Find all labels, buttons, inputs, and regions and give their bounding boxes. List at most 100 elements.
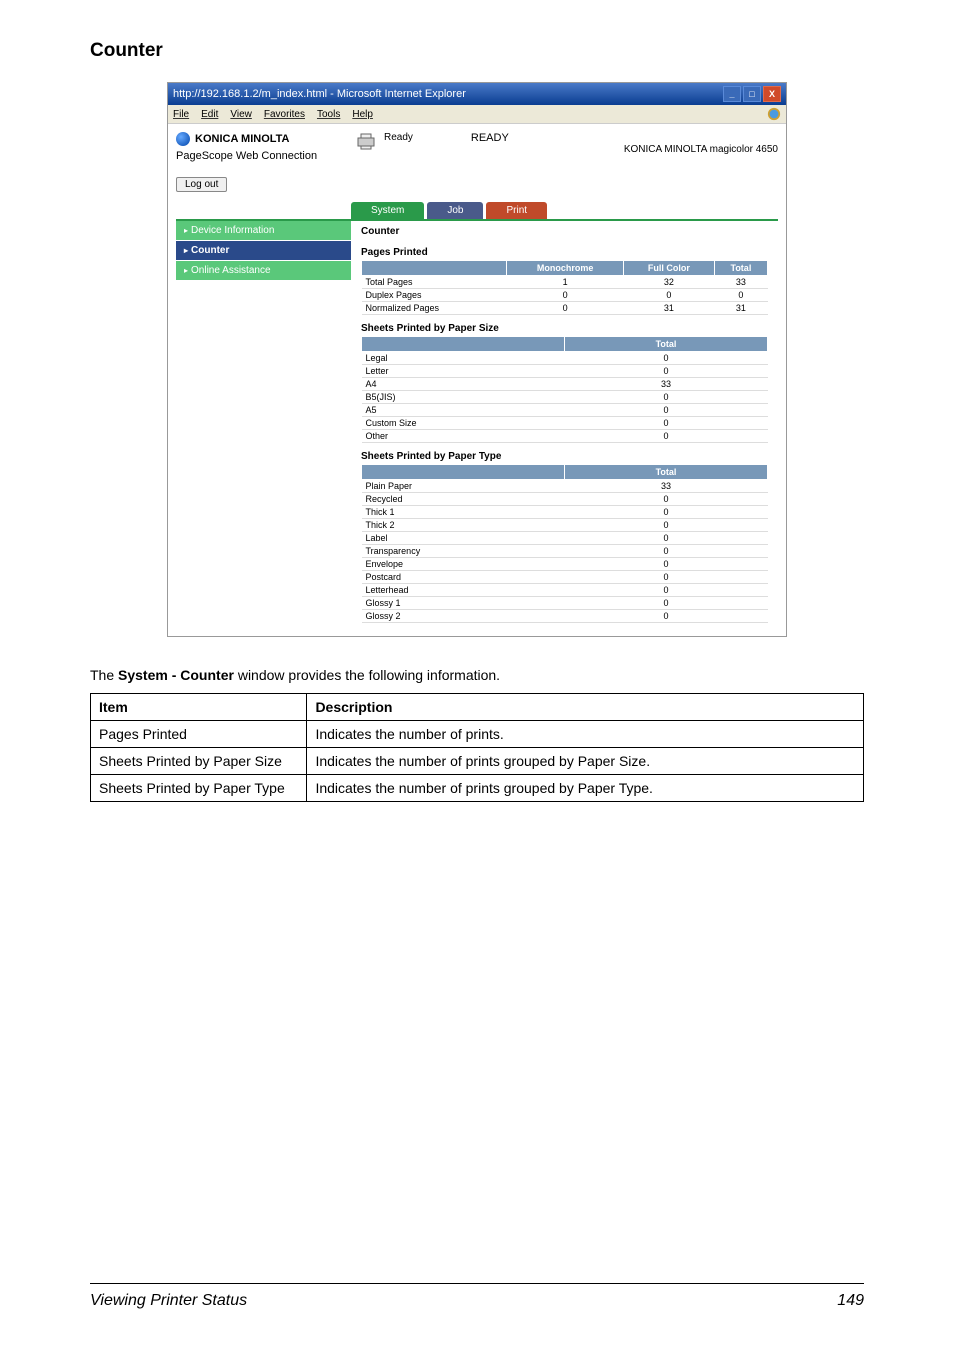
table-row: Postcard0	[362, 571, 768, 584]
table-header: Total	[714, 261, 767, 276]
table-row: B5(JIS)0	[362, 391, 768, 404]
cell: 0	[565, 352, 768, 365]
cell: Glossy 1	[362, 597, 565, 610]
cell: Recycled	[362, 493, 565, 506]
close-button[interactable]: X	[763, 86, 781, 102]
info-cell: Pages Printed	[91, 721, 307, 748]
table-row: A433	[362, 378, 768, 391]
browser-window: http://192.168.1.2/m_index.html - Micros…	[167, 82, 787, 637]
status-label: Ready	[384, 132, 413, 143]
table-row: Other0	[362, 430, 768, 443]
maximize-button[interactable]: □	[743, 86, 761, 102]
sidebar-label: Online Assistance	[191, 265, 271, 276]
cell: 0	[565, 365, 768, 378]
cell: 0	[565, 558, 768, 571]
table-row: Transparency0	[362, 545, 768, 558]
cell: Postcard	[362, 571, 565, 584]
ie-icon	[767, 107, 781, 121]
cell: 0	[565, 417, 768, 430]
table-row: Letter0	[362, 365, 768, 378]
menu-items: File Edit View Favorites Tools Help	[173, 109, 373, 120]
menu-favorites[interactable]: Favorites	[264, 109, 305, 120]
cell: Thick 2	[362, 519, 565, 532]
table-row: Sheets Printed by Paper Size Indicates t…	[91, 748, 864, 775]
table-row: Recycled0	[362, 493, 768, 506]
sheets-by-size-table: Total Legal0 Letter0 A433 B5(JIS)0 A50 C…	[361, 336, 768, 443]
cell: 31	[714, 302, 767, 315]
sidebar-label: Device Information	[191, 225, 274, 236]
main-layout: ▸Device Information ▸Counter ▸Online Ass…	[176, 219, 778, 628]
cell: 1	[507, 276, 624, 289]
pages-printed-table: Monochrome Full Color Total Total Pages1…	[361, 260, 768, 315]
cell: Thick 1	[362, 506, 565, 519]
cell: B5(JIS)	[362, 391, 565, 404]
menu-file[interactable]: File	[173, 109, 189, 120]
cell: 0	[565, 404, 768, 417]
cell: 0	[565, 532, 768, 545]
cell: A5	[362, 404, 565, 417]
tabs: System Job Print	[351, 202, 778, 219]
sidebar: ▸Device Information ▸Counter ▸Online Ass…	[176, 221, 351, 628]
cell: 0	[565, 519, 768, 532]
sidebar-item-online-assist[interactable]: ▸Online Assistance	[176, 261, 351, 281]
info-cell: Indicates the number of prints grouped b…	[307, 748, 864, 775]
cell: Envelope	[362, 558, 565, 571]
arrow-icon: ▸	[184, 226, 188, 235]
cell: 0	[507, 289, 624, 302]
window-title: http://192.168.1.2/m_index.html - Micros…	[173, 88, 466, 100]
sidebar-item-device-info[interactable]: ▸Device Information	[176, 221, 351, 241]
tab-print[interactable]: Print	[486, 202, 547, 219]
main-panel: Counter Pages Printed Monochrome Full Co…	[351, 221, 778, 628]
info-cell: Sheets Printed by Paper Type	[91, 775, 307, 802]
minimize-button[interactable]: _	[723, 86, 741, 102]
page-footer: Viewing Printer Status 149	[90, 1283, 864, 1310]
cell: 0	[565, 493, 768, 506]
table-row: Normalized Pages03131	[362, 302, 768, 315]
cell: Custom Size	[362, 417, 565, 430]
table-row: Duplex Pages000	[362, 289, 768, 302]
cell: Total Pages	[362, 276, 507, 289]
cell: A4	[362, 378, 565, 391]
tab-system[interactable]: System	[351, 202, 424, 219]
table-header: Total	[565, 465, 768, 480]
info-header-item: Item	[91, 694, 307, 721]
arrow-icon: ▸	[184, 266, 188, 275]
menu-edit[interactable]: Edit	[201, 109, 218, 120]
window-controls: _ □ X	[723, 86, 781, 102]
table-row: Pages Printed Indicates the number of pr…	[91, 721, 864, 748]
table-header: Full Color	[623, 261, 714, 276]
table-row: Letterhead0	[362, 584, 768, 597]
cell: Legal	[362, 352, 565, 365]
table-header	[362, 465, 565, 480]
table-row: Sheets Printed by Paper Type Indicates t…	[91, 775, 864, 802]
table-row: A50	[362, 404, 768, 417]
km-logo-icon	[176, 132, 190, 146]
tab-job[interactable]: Job	[427, 202, 483, 219]
table-row: Custom Size0	[362, 417, 768, 430]
menu-view[interactable]: View	[230, 109, 252, 120]
menubar: File Edit View Favorites Tools Help	[168, 105, 786, 124]
section-title: Counter	[90, 40, 864, 62]
menu-help[interactable]: Help	[352, 109, 373, 120]
table-row: Glossy 20	[362, 610, 768, 623]
model-text: KONICA MINOLTA magicolor 4650	[624, 132, 778, 155]
sheets-by-type-table: Total Plain Paper33 Recycled0 Thick 10 T…	[361, 464, 768, 623]
cell: 0	[565, 597, 768, 610]
cell: 0	[565, 506, 768, 519]
page-header: KONICA MINOLTA PageScope Web Connection …	[176, 132, 778, 162]
info-cell: Sheets Printed by Paper Size	[91, 748, 307, 775]
sidebar-item-counter[interactable]: ▸Counter	[176, 241, 351, 261]
logout-button[interactable]: Log out	[176, 177, 227, 192]
table-row: Glossy 10	[362, 597, 768, 610]
cell: 0	[565, 391, 768, 404]
cell: 31	[623, 302, 714, 315]
info-table: Item Description Pages Printed Indicates…	[90, 693, 864, 802]
menu-tools[interactable]: Tools	[317, 109, 340, 120]
sidebar-label: Counter	[191, 245, 229, 256]
table-header: Total	[565, 337, 768, 352]
cell: 0	[565, 610, 768, 623]
table-header: Monochrome	[507, 261, 624, 276]
pagescope-text: PageScope Web Connection	[176, 150, 336, 162]
table-header-row: Total	[362, 337, 768, 352]
printer-icon	[356, 132, 376, 150]
